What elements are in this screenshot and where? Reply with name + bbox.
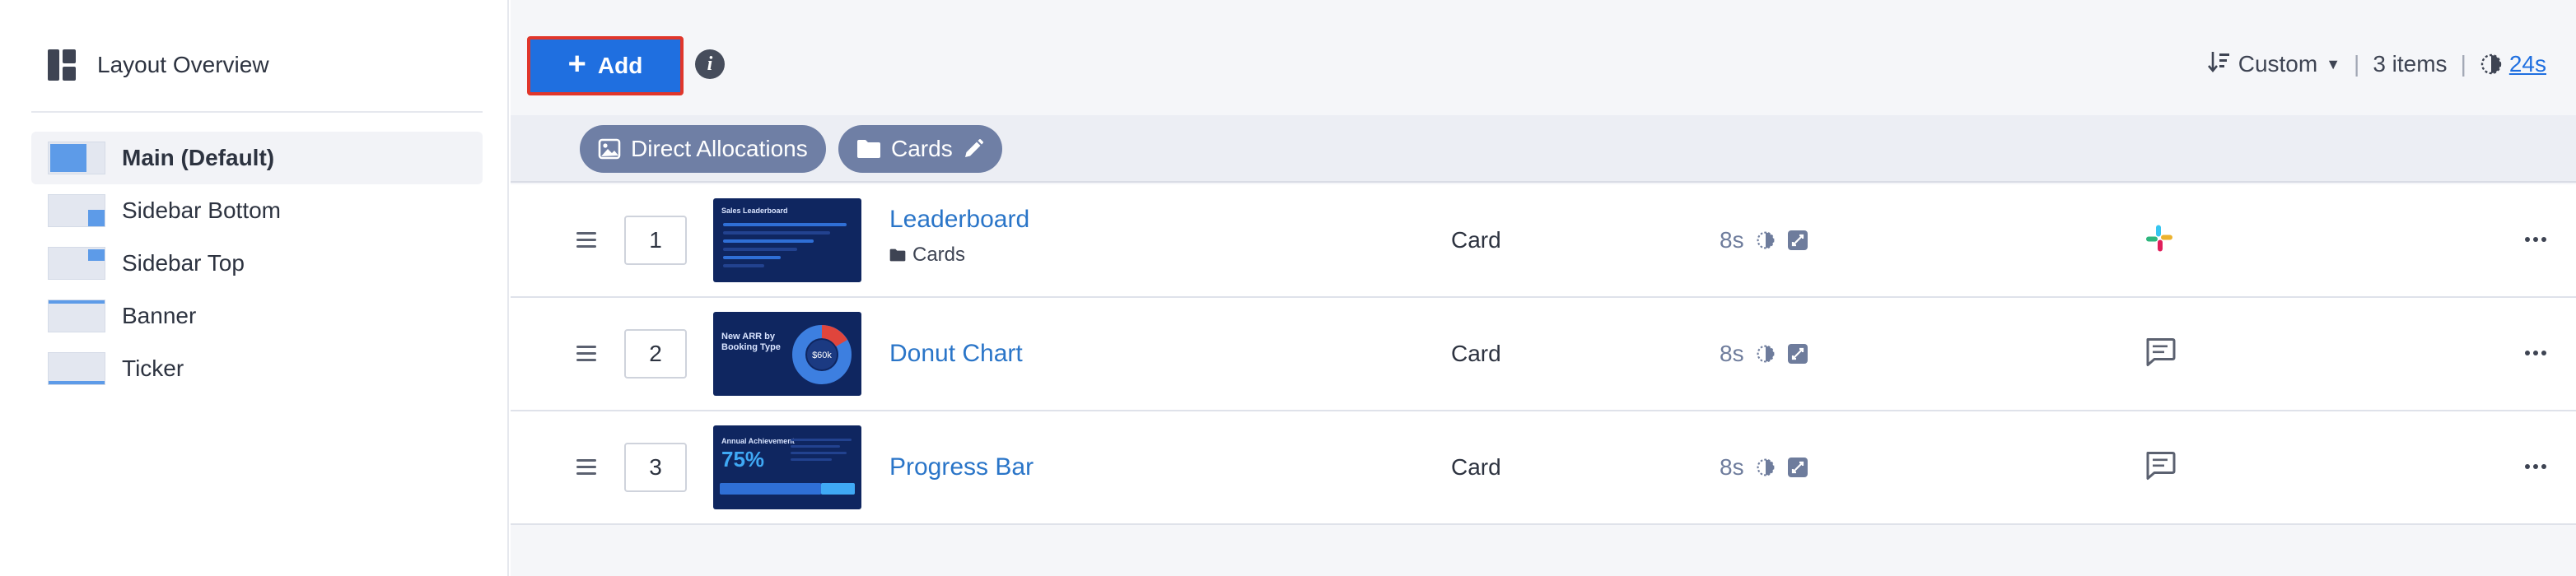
folder-icon xyxy=(889,249,906,262)
table-row: 1 Sales Leaderboard Leaderboard Cards Ca… xyxy=(511,184,2576,298)
table-row: 3 Annual Achievement 75% Progress Bar Ca… xyxy=(511,411,2576,525)
layout-icon xyxy=(48,49,76,81)
chip-direct-allocations[interactable]: Direct Allocations xyxy=(580,125,826,173)
folder-icon xyxy=(857,140,880,158)
playlist-table: 1 Sales Leaderboard Leaderboard Cards Ca… xyxy=(511,184,2576,525)
layout-ticker-thumbnail-icon xyxy=(48,352,105,385)
layout-sidebar-bottom-thumbnail-icon xyxy=(48,194,105,227)
thumbnail-title: Sales Leaderboard xyxy=(721,207,788,215)
sidebar: Layout Overview Main (Default) Sidebar B… xyxy=(0,0,509,576)
card-duration[interactable]: 8s xyxy=(1720,341,1808,367)
card-thumbnail: Sales Leaderboard xyxy=(713,198,861,282)
donut-chart-graphic: $60k xyxy=(792,325,852,384)
thumbnail-value: 75% xyxy=(721,447,765,471)
card-thumbnail: New ARR by Booking Type $60k xyxy=(713,312,861,396)
sidebar-header: Layout Overview xyxy=(48,48,269,82)
sidebar-item-sidebar-top[interactable]: Sidebar Top xyxy=(31,237,483,290)
divider xyxy=(31,111,483,113)
transition-icon xyxy=(1757,231,1775,249)
position-input[interactable]: 1 xyxy=(624,216,687,265)
layout-main-thumbnail-icon xyxy=(48,142,105,174)
table-row: 2 New ARR by Booking Type $60k Donut Cha… xyxy=(511,298,2576,411)
card-thumbnail: Annual Achievement 75% xyxy=(713,425,861,509)
chip-label: Direct Allocations xyxy=(631,136,808,161)
caret-down-icon: ▼ xyxy=(2326,55,2341,72)
sidebar-item-label: Main (Default) xyxy=(122,145,275,170)
add-button[interactable]: + Add xyxy=(527,36,684,95)
sort-label: Custom xyxy=(2238,51,2318,77)
image-icon xyxy=(598,138,621,160)
duration-value: 8s xyxy=(1720,454,1744,480)
sidebar-title: Layout Overview xyxy=(97,52,269,77)
sidebar-item-label: Sidebar Top xyxy=(122,250,245,276)
folder-label: Cards xyxy=(889,244,965,267)
layout-sidebar-top-thumbnail-icon xyxy=(48,247,105,280)
expand-icon[interactable] xyxy=(1787,343,1808,365)
message-icon[interactable] xyxy=(2144,337,2176,371)
main-panel: + Add i Custom ▼ | 3 items | 24s Direct … xyxy=(511,0,2576,576)
layout-banner-thumbnail-icon xyxy=(48,300,105,332)
sort-icon xyxy=(2207,49,2232,80)
duration-value: 8s xyxy=(1720,341,1744,366)
svg-text:$60k: $60k xyxy=(812,351,832,360)
position-input[interactable]: 2 xyxy=(624,329,687,379)
sidebar-item-label: Sidebar Bottom xyxy=(122,197,281,223)
more-options-icon[interactable] xyxy=(2525,237,2546,244)
pencil-icon[interactable] xyxy=(963,138,984,160)
folder-name: Cards xyxy=(912,244,966,266)
sidebar-item-banner[interactable]: Banner xyxy=(31,290,483,342)
separator: | xyxy=(2354,51,2360,77)
drag-handle-icon[interactable] xyxy=(576,232,596,249)
card-type: Card xyxy=(1451,227,1501,253)
card-name-link[interactable]: Progress Bar xyxy=(889,453,1034,481)
breadcrumb-chips: Direct Allocations Cards xyxy=(511,115,2576,183)
drag-handle-icon[interactable] xyxy=(576,346,596,362)
more-options-icon[interactable] xyxy=(2525,351,2546,357)
card-name-link[interactable]: Leaderboard xyxy=(889,206,1029,234)
more-options-icon[interactable] xyxy=(2525,464,2546,471)
sidebar-item-label: Ticker xyxy=(122,355,184,381)
sidebar-item-ticker[interactable]: Ticker xyxy=(31,342,483,395)
toolbar-right: Custom ▼ | 3 items | 24s xyxy=(2207,46,2546,82)
info-icon[interactable]: i xyxy=(695,49,725,79)
sidebar-item-label: Banner xyxy=(122,303,197,328)
separator: | xyxy=(2460,51,2466,77)
duration-value: 8s xyxy=(1720,227,1744,253)
thumbnail-title: New ARR by Booking Type xyxy=(721,332,781,352)
drag-handle-icon[interactable] xyxy=(576,459,596,476)
transition-icon xyxy=(1757,345,1775,363)
slack-icon[interactable] xyxy=(2144,224,2174,258)
expand-icon[interactable] xyxy=(1787,457,1808,478)
sort-dropdown[interactable]: Custom ▼ xyxy=(2238,51,2340,77)
position-input[interactable]: 3 xyxy=(624,443,687,492)
thumbnail-title: Annual Achievement xyxy=(721,437,795,445)
layout-list: Main (Default) Sidebar Bottom Sidebar To… xyxy=(31,132,483,395)
sidebar-item-main[interactable]: Main (Default) xyxy=(31,132,483,184)
item-count: 3 items xyxy=(2373,51,2448,77)
card-duration[interactable]: 8s xyxy=(1720,227,1808,253)
total-duration-link[interactable]: 24s xyxy=(2509,51,2546,77)
card-duration[interactable]: 8s xyxy=(1720,454,1808,481)
transition-icon xyxy=(1757,458,1775,476)
sidebar-item-sidebar-bottom[interactable]: Sidebar Bottom xyxy=(31,184,483,237)
card-type: Card xyxy=(1451,341,1501,366)
message-icon[interactable] xyxy=(2144,451,2176,485)
card-type: Card xyxy=(1451,454,1501,480)
expand-icon[interactable] xyxy=(1787,230,1808,251)
plus-icon: + xyxy=(567,47,586,81)
add-button-label: Add xyxy=(597,53,643,78)
chip-label: Cards xyxy=(891,136,953,161)
chip-cards[interactable]: Cards xyxy=(838,125,1002,173)
duration-icon xyxy=(2480,53,2502,75)
card-name-link[interactable]: Donut Chart xyxy=(889,340,1023,368)
